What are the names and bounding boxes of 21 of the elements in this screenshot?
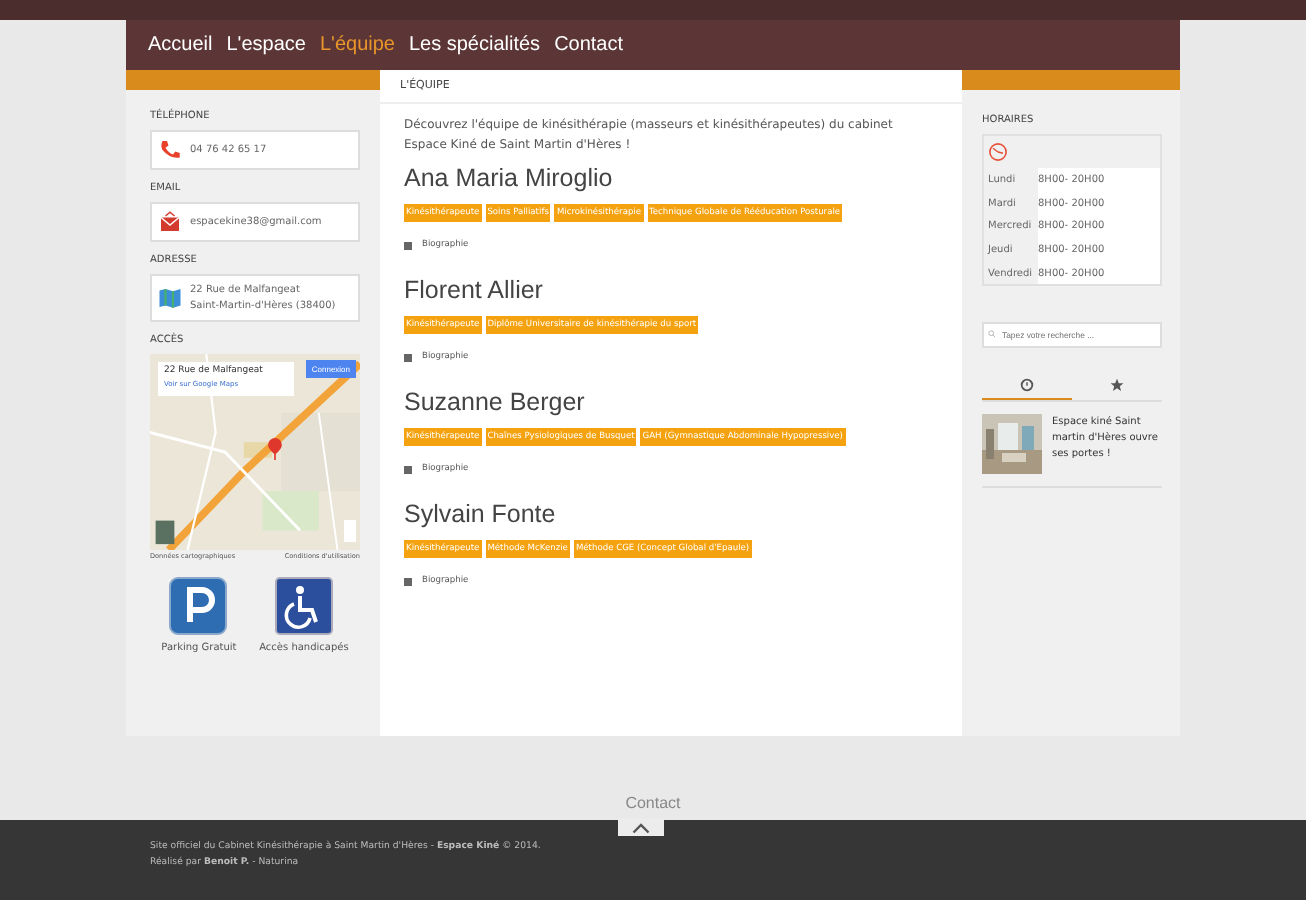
scroll-up-button[interactable]: [618, 818, 664, 836]
map-icon: [158, 286, 182, 310]
person-name: Sylvain Fonte: [404, 500, 558, 528]
wheelchair-icon: [273, 576, 334, 636]
person-name: Florent Allier: [404, 276, 545, 304]
star-icon: [1110, 378, 1124, 393]
clock-icon: [988, 142, 1008, 162]
nav-link[interactable]: Les spécialités: [408, 34, 541, 56]
phone-icon: [158, 138, 182, 162]
nav-link[interactable]: L'équipe: [319, 34, 395, 56]
chevron-up-icon: [632, 821, 650, 833]
clock-icon: [1020, 378, 1034, 393]
nav-link[interactable]: Contact: [554, 34, 624, 56]
person-name: Suzanne Berger: [404, 388, 587, 416]
person-name: Ana Maria Miroglio: [404, 164, 615, 192]
search-icon: [988, 330, 996, 339]
nav-link[interactable]: Accueil: [148, 34, 213, 56]
mail-icon: [158, 210, 182, 234]
map-pin-icon: [268, 438, 282, 460]
nav-link[interactable]: L'espace: [226, 34, 306, 56]
parking-icon: [168, 576, 229, 636]
